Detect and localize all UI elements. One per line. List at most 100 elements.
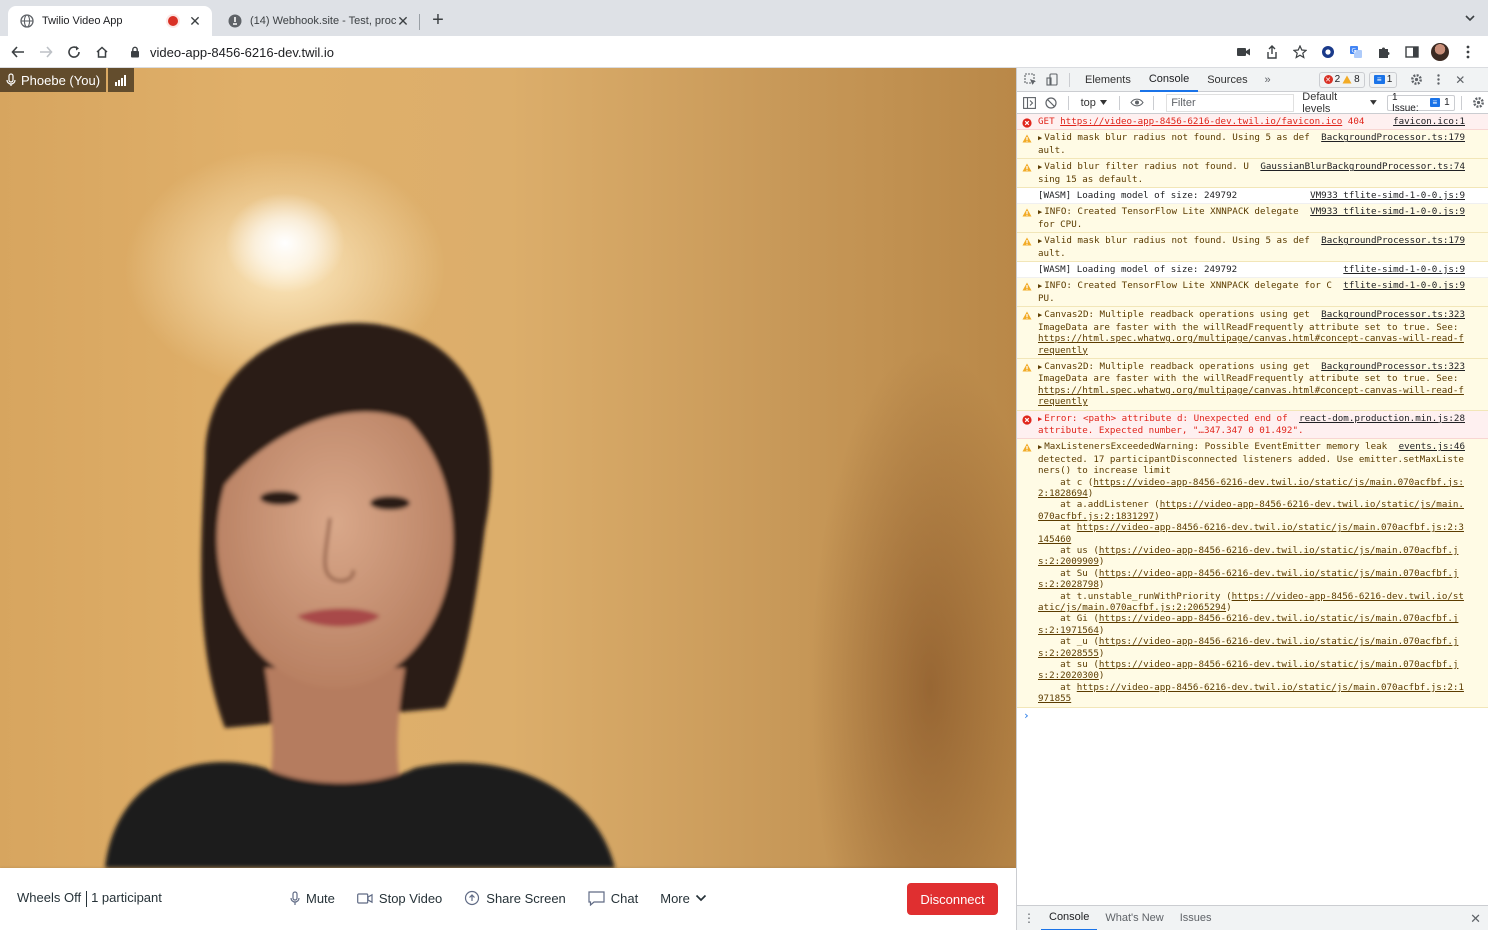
camera-in-use-icon[interactable] [1232, 40, 1256, 64]
chevron-down-icon[interactable] [1464, 12, 1476, 27]
console-message-warn[interactable]: BackgroundProcessor.ts:179 ▶ Valid mask bl… [1017, 233, 1488, 263]
expand-triangle-icon[interactable]: ▶ [1038, 207, 1042, 218]
browser-tab-webhook[interactable]: (14) Webhook.site - Test, proc ✕ [216, 6, 420, 36]
profile-avatar[interactable] [1428, 40, 1452, 64]
console-source-link[interactable]: BackgroundProcessor.ts:323 [1321, 361, 1465, 372]
translate-icon[interactable]: G [1344, 40, 1368, 64]
console-message-warn[interactable]: BackgroundProcessor.ts:179 ▶ Valid mask bl… [1017, 130, 1488, 160]
info-counter[interactable]: ≡ 1 [1368, 71, 1398, 88]
console-source-link[interactable]: BackgroundProcessor.ts:179 [1321, 235, 1465, 246]
stack-frame-link[interactable]: https://video-app-8456-6216-dev.twil.io/… [1038, 522, 1464, 544]
console-source-link[interactable]: react-dom.production.min.js:28 [1299, 413, 1465, 424]
tab-elements[interactable]: Elements [1076, 68, 1140, 92]
log-levels-dropdown[interactable]: Default levels [1302, 91, 1377, 115]
browser-extensions: G [1232, 40, 1480, 64]
browser-toolbar: video-app-8456-6216-dev.twil.io G [0, 36, 1488, 68]
console-message-error[interactable]: favicon.ico:1 GET https://video-app-8456-… [1017, 114, 1488, 131]
expand-triangle-icon[interactable]: ▶ [1038, 162, 1042, 173]
side-panel-icon[interactable] [1400, 40, 1424, 64]
close-icon[interactable]: ✕ [396, 13, 410, 30]
gear-icon[interactable] [1405, 69, 1427, 91]
console-message-warn[interactable]: GaussianBlurBackgroundProcessor.ts:74 ▶ Va… [1017, 159, 1488, 189]
kebab-menu-icon[interactable] [1456, 40, 1480, 64]
console-message-error[interactable]: react-dom.production.min.js:28 ▶ Error: <p… [1017, 410, 1488, 440]
close-icon[interactable]: ✕ [188, 13, 202, 30]
console-source-link[interactable]: events.js:46 [1399, 441, 1465, 452]
mute-button[interactable]: Mute [290, 886, 335, 910]
console-source-link[interactable]: GaussianBlurBackgroundProcessor.ts:74 [1260, 161, 1465, 172]
drawer-tab-issues[interactable]: Issues [1172, 906, 1220, 930]
disconnect-button[interactable]: Disconnect [907, 883, 998, 915]
home-icon[interactable] [88, 38, 116, 66]
stack-frame-text: at [1038, 522, 1077, 534]
back-arrow-icon[interactable] [4, 38, 32, 66]
forward-arrow-icon[interactable] [32, 38, 60, 66]
console-source-link[interactable]: tflite-simd-1-0-0.js:9 [1343, 280, 1465, 291]
tab-console[interactable]: Console [1139, 68, 1199, 92]
console-url-link[interactable]: https://html.spec.whatwg.org/multipage/c… [1038, 385, 1464, 407]
console-message-warn[interactable]: BackgroundProcessor.ts:323 ▶ Canvas2D: Mul… [1017, 307, 1488, 359]
tab-title: (14) Webhook.site - Test, proc [250, 15, 396, 27]
more-button[interactable]: More [660, 886, 713, 910]
browser-tab-twilio[interactable]: Twilio Video App ✕ [8, 6, 212, 36]
new-tab-button[interactable]: + [428, 10, 448, 30]
expand-triangle-icon[interactable]: ▶ [1038, 281, 1042, 292]
stack-frame: at https://video-app-8456-6216-dev.twil.… [1038, 522, 1465, 545]
gear-icon[interactable] [1468, 92, 1488, 114]
drawer-tab-console[interactable]: Console [1041, 906, 1098, 930]
console-messages[interactable]: favicon.ico:1 GET https://video-app-8456-… [1017, 114, 1488, 905]
console-message-warn[interactable]: tflite-simd-1-0-0.js:9 ▶ INFO: Created Ten… [1017, 278, 1488, 308]
console-message-warn[interactable]: BackgroundProcessor.ts:323 ▶ Canvas2D: Mul… [1017, 358, 1488, 411]
stack-frame-link[interactable]: https://video-app-8456-6216-dev.twil.io/… [1038, 682, 1464, 704]
error-icon: ✕ [1323, 75, 1333, 84]
expand-triangle-icon[interactable]: ▶ [1038, 133, 1042, 144]
console-prompt[interactable]: › [1017, 708, 1488, 721]
device-toolbar-icon[interactable] [1041, 69, 1063, 91]
console-source-link[interactable]: VM933 tflite-simd-1-0-0.js:9 [1310, 190, 1465, 201]
console-source-link[interactable]: BackgroundProcessor.ts:179 [1321, 132, 1465, 143]
console-message-warn[interactable]: events.js:46 ▶ MaxListenersExceededWarning… [1017, 439, 1488, 708]
address-bar[interactable]: video-app-8456-6216-dev.twil.io [120, 40, 1220, 64]
participant-count: 1 participant [91, 890, 162, 905]
console-source-link[interactable]: favicon.ico:1 [1393, 116, 1465, 127]
expand-triangle-icon[interactable]: ▶ [1038, 442, 1042, 453]
tab-sources[interactable]: Sources [1198, 68, 1256, 92]
console-url-link[interactable]: https://video-app-8456-6216-dev.twil.io/… [1060, 116, 1342, 127]
context-selector[interactable]: top [1075, 97, 1113, 109]
issues-label: 1 Issue: [1391, 91, 1419, 114]
kebab-menu-icon[interactable]: ⋮ [1017, 911, 1041, 925]
console-filter-input[interactable]: Filter [1166, 93, 1295, 112]
close-icon[interactable]: ✕ [1470, 911, 1481, 927]
chat-button[interactable]: Chat [588, 886, 638, 910]
reload-icon[interactable] [60, 38, 88, 66]
drawer-tab-whats-new[interactable]: What's New [1097, 906, 1171, 930]
sidebar-toggle-icon[interactable] [1019, 92, 1040, 114]
stack-frame-link[interactable]: https://video-app-8456-6216-dev.twil.io/… [1038, 477, 1464, 499]
console-source-link[interactable]: VM933 tflite-simd-1-0-0.js:9 [1310, 206, 1465, 217]
console-message-warn[interactable]: VM933 tflite-simd-1-0-0.js:9 ▶ INFO: Creat… [1017, 204, 1488, 234]
eye-icon[interactable] [1126, 92, 1147, 114]
close-icon[interactable]: ✕ [1449, 69, 1471, 91]
console-source-link[interactable]: tflite-simd-1-0-0.js:9 [1343, 264, 1465, 275]
expand-triangle-icon[interactable]: ▶ [1038, 414, 1042, 425]
share-icon[interactable] [1260, 40, 1284, 64]
error-warning-counter[interactable]: ✕ 2 8 [1318, 71, 1365, 88]
expand-triangle-icon[interactable]: ▶ [1038, 236, 1042, 247]
kebab-menu-icon[interactable] [1427, 69, 1449, 91]
stop-video-button[interactable]: Stop Video [357, 886, 442, 910]
bookmark-star-icon[interactable] [1288, 40, 1312, 64]
extension-circle-icon[interactable] [1316, 40, 1340, 64]
inspect-element-icon[interactable] [1019, 69, 1041, 91]
console-url-link[interactable]: https://html.spec.whatwg.org/multipage/c… [1038, 333, 1464, 355]
puzzle-extensions-icon[interactable] [1372, 40, 1396, 64]
console-source-link[interactable]: BackgroundProcessor.ts:323 [1321, 309, 1465, 320]
share-screen-button[interactable]: Share Screen [464, 886, 566, 910]
warning-icon [1022, 311, 1032, 323]
clear-console-icon[interactable] [1040, 92, 1061, 114]
expand-triangle-icon[interactable]: ▶ [1038, 310, 1042, 321]
console-message-info[interactable]: tflite-simd-1-0-0.js:9 [WASM] Loading mod… [1017, 262, 1488, 279]
console-message-info[interactable]: VM933 tflite-simd-1-0-0.js:9 [WASM] Loadi… [1017, 188, 1488, 205]
issues-button[interactable]: 1 Issue: ≡ 1 [1386, 91, 1455, 114]
expand-triangle-icon[interactable]: ▶ [1038, 362, 1042, 373]
more-tabs-chevron-icon[interactable]: » [1257, 69, 1279, 91]
